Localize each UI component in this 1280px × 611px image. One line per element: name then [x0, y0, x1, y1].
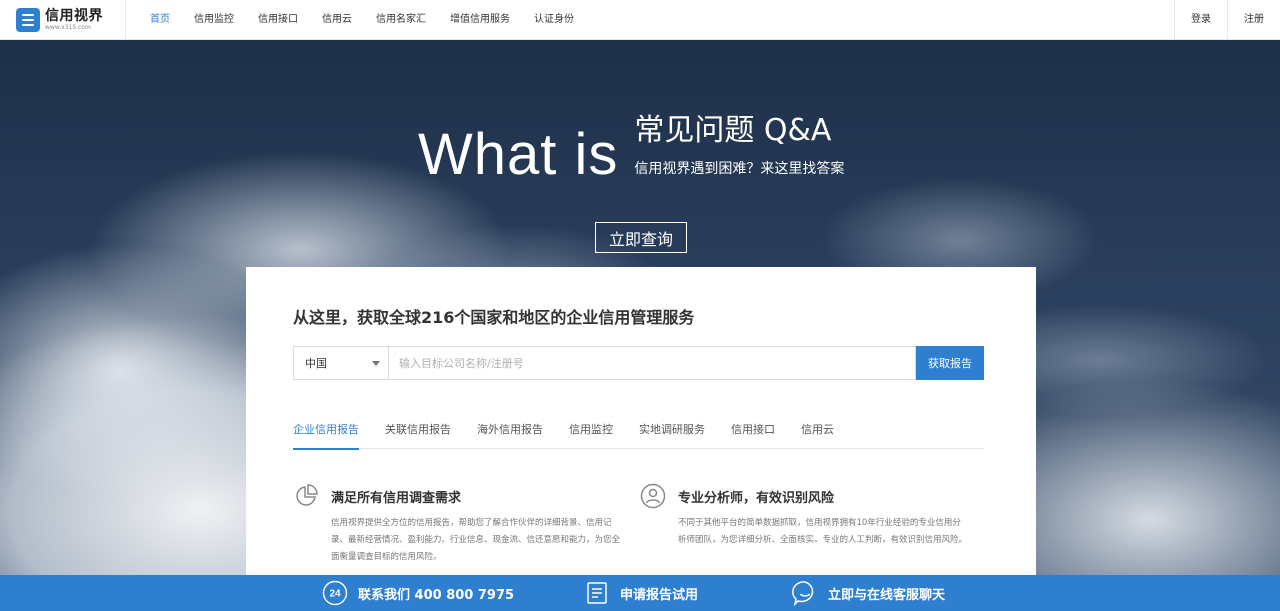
register-link[interactable]: 注册 [1227, 0, 1280, 40]
get-report-button[interactable]: 获取报告 [916, 346, 984, 380]
hero-headline: What is 常见问题 Q&A 信用视界遇到困难？来这里找答案 [418, 113, 845, 187]
phone-24h-icon: 24 [322, 580, 348, 606]
user-icon [640, 483, 666, 509]
document-icon [584, 580, 610, 606]
search-row: 中国 获取报告 [293, 346, 984, 380]
online-chat-label: 立即与在线客服聊天 [828, 587, 946, 603]
tab-enterprise-credit-report[interactable]: 企业信用报告 [293, 415, 359, 450]
contact-us-label: 联系我们 400 800 7975 [358, 587, 515, 603]
logo-url: www.x315.com [45, 23, 91, 31]
tab-related-credit-report[interactable]: 关联信用报告 [385, 415, 451, 449]
hero-qa-subtitle: 信用视界遇到困难？来这里找答案 [634, 161, 845, 177]
bottom-contact-bar: 24 联系我们 400 800 7975 申请报告试用 立即与在线客服聊天 [0, 575, 1280, 611]
query-now-button[interactable]: 立即查询 [595, 222, 687, 253]
top-navigation: 信用视界 www.x315.com 首页 信用监控 信用接口 信用云 信用名家汇… [0, 0, 1280, 40]
hero-what-is: What is [418, 122, 619, 187]
apply-report-trial-label: 申请报告试用 [620, 587, 699, 603]
nav-item-credit-api[interactable]: 信用接口 [246, 0, 310, 40]
country-select-value: 中国 [305, 357, 327, 370]
service-tabs: 企业信用报告 关联信用报告 海外信用报告 信用监控 实地调研服务 信用接口 信用… [293, 415, 984, 450]
country-select[interactable]: 中国 [293, 346, 389, 380]
login-link[interactable]: 登录 [1174, 0, 1227, 40]
apply-report-trial-button[interactable]: 申请报告试用 [584, 575, 698, 611]
tab-credit-cloud[interactable]: 信用云 [801, 415, 834, 449]
chevron-down-icon [372, 361, 380, 366]
contact-us-button[interactable]: 24 联系我们 400 800 7975 [322, 575, 514, 611]
chat-smile-icon [792, 580, 818, 606]
nav-item-home[interactable]: 首页 [138, 0, 182, 40]
panel-title: 从这里，获取全球216个国家和地区的企业信用管理服务 [293, 308, 695, 327]
hero-qa-title: 常见问题 Q&A [634, 113, 832, 148]
feature-description: 信用视界提供全方位的信用报告，帮助您了解合作伙伴的详细背景、信用记录、最新经营情… [331, 518, 621, 562]
feature-title: 满足所有信用调查需求 [331, 490, 462, 506]
nav-item-credit-monitoring[interactable]: 信用监控 [182, 0, 246, 40]
nav-item-value-added-services[interactable]: 增值信用服务 [438, 0, 522, 40]
main-nav: 首页 信用监控 信用接口 信用云 信用名家汇 增值信用服务 认证身份 [138, 0, 586, 40]
logo-icon [16, 7, 40, 32]
tab-credit-api[interactable]: 信用接口 [731, 415, 775, 449]
tab-overseas-credit-report[interactable]: 海外信用报告 [477, 415, 543, 449]
feature-description: 不同于其他平台的简单数据抓取，信用视界拥有10年行业经验的专业信用分析师团队，为… [678, 518, 968, 545]
nav-item-credit-cloud[interactable]: 信用云 [310, 0, 364, 40]
company-search-input[interactable] [389, 346, 916, 380]
pie-chart-icon [293, 483, 319, 509]
search-panel: 从这里，获取全球216个国家和地区的企业信用管理服务 中国 获取报告 企业信用报… [246, 267, 1036, 587]
nav-item-verify-identity[interactable]: 认证身份 [522, 0, 586, 40]
nav-item-experts[interactable]: 信用名家汇 [364, 0, 438, 40]
logo[interactable]: 信用视界 www.x315.com [0, 0, 126, 40]
tab-field-research[interactable]: 实地调研服务 [639, 415, 705, 449]
tab-credit-monitoring[interactable]: 信用监控 [569, 415, 613, 449]
phone-24h-icon-text: 24 [329, 589, 341, 600]
logo-name: 信用视界 [45, 7, 103, 24]
feature-professional-analysts: 专业分析师，有效识别风险 不同于其他平台的简单数据抓取，信用视界拥有10年行业经… [640, 483, 970, 549]
online-chat-button[interactable]: 立即与在线客服聊天 [792, 575, 945, 611]
feature-credit-needs: 满足所有信用调查需求 信用视界提供全方位的信用报告，帮助您了解合作伙伴的详细背景… [293, 483, 623, 566]
feature-title: 专业分析师，有效识别风险 [678, 490, 835, 506]
